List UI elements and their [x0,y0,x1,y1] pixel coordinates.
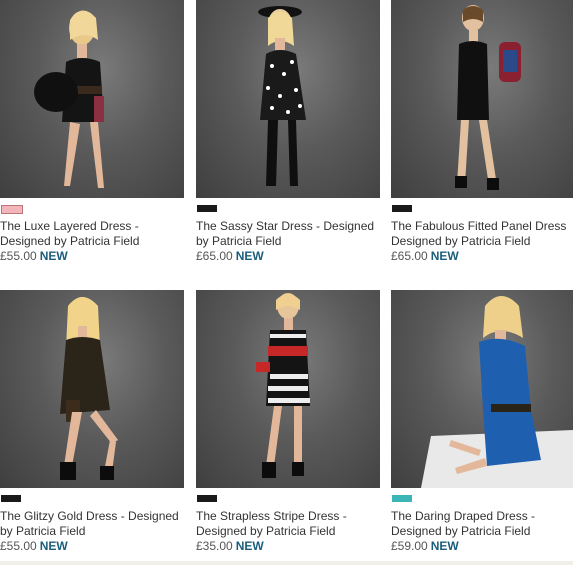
product-image-strapless-stripe-dress[interactable] [196,290,380,488]
price-line: £65.00 NEW [391,249,459,264]
product-title[interactable]: The Luxe Layered Dress - Designed by Pat… [0,219,188,249]
price-line: £59.00 NEW [391,539,459,554]
color-swatch[interactable] [1,495,21,502]
product-price: £59.00 [391,539,428,553]
product-image-daring-draped-dress[interactable] [391,290,573,488]
color-swatch[interactable] [1,205,23,214]
model-figure-icon [256,293,310,478]
color-swatch[interactable] [392,495,412,502]
product-title[interactable]: The Strapless Stripe Dress - Designed by… [196,509,384,539]
product-image-luxe-layered-dress[interactable] [0,0,184,198]
new-badge: NEW [430,249,459,263]
color-swatch[interactable] [197,495,217,502]
new-badge: NEW [235,249,264,263]
price-line: £55.00 NEW [0,249,68,264]
product-price: £55.00 [0,249,37,263]
product-title[interactable]: The Glitzy Gold Dress - Designed by Patr… [0,509,188,539]
price-line: £65.00 NEW [196,249,264,264]
product-price: £35.00 [196,539,233,553]
color-swatch[interactable] [197,205,217,212]
product-price: £65.00 [196,249,233,263]
new-badge: NEW [235,539,264,553]
model-figure-icon [455,5,521,190]
product-image-sassy-star-dress[interactable] [196,0,380,198]
product-title[interactable]: The Daring Draped Dress - Designed by Pa… [391,509,573,539]
color-swatch[interactable] [392,205,412,212]
product-title[interactable]: The Fabulous Fitted Panel Dress Designed… [391,219,573,249]
price-line: £55.00 NEW [0,539,68,554]
product-image-glitzy-gold-dress[interactable] [0,290,184,488]
model-figure-icon [421,296,573,488]
product-price: £65.00 [391,249,428,263]
product-image-fabulous-fitted-panel-dress[interactable] [391,0,573,198]
footer-divider [0,561,573,565]
product-title[interactable]: The Sassy Star Dress - Designed by Patri… [196,219,384,249]
model-figure-icon [34,10,104,188]
model-figure-icon [60,297,118,480]
product-price: £55.00 [0,539,37,553]
model-figure-icon [258,6,306,186]
new-badge: NEW [430,539,459,553]
new-badge: NEW [39,539,68,553]
new-badge: NEW [39,249,68,263]
price-line: £35.00 NEW [196,539,264,554]
